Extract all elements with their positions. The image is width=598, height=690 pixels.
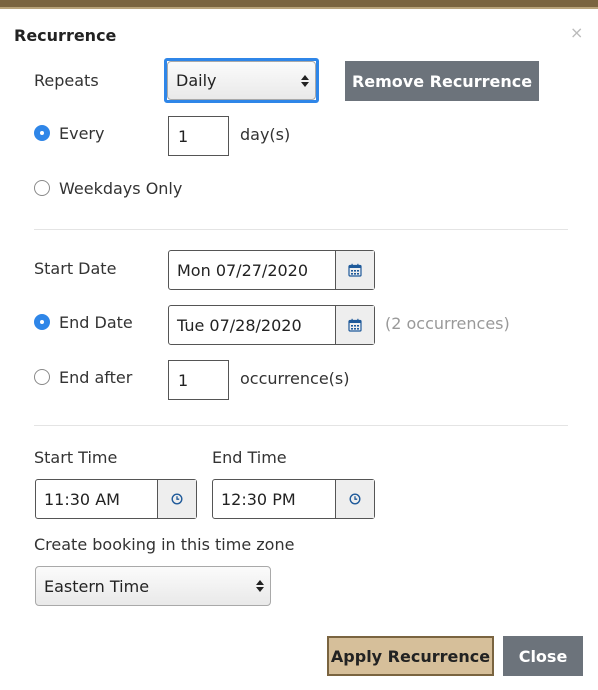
clock-icon[interactable]: [157, 480, 196, 518]
start-time-label: Start Time: [34, 448, 118, 467]
repeats-select-value: Daily: [176, 71, 217, 90]
start-time-input[interactable]: 11:30 AM: [36, 480, 157, 518]
calendar-icon[interactable]: [335, 306, 374, 344]
select-arrows-icon: [256, 580, 264, 592]
end-time-field[interactable]: 12:30 PM: [212, 479, 375, 519]
timezone-select[interactable]: Eastern Time: [35, 566, 271, 606]
timezone-select-value: Eastern Time: [44, 576, 150, 596]
start-time-field[interactable]: 11:30 AM: [35, 479, 197, 519]
end-date-radio[interactable]: [34, 314, 50, 330]
select-arrows-icon: [301, 74, 309, 87]
end-date-field[interactable]: Tue 07/28/2020: [168, 305, 375, 345]
repeats-select[interactable]: Daily: [167, 61, 316, 100]
occurrences-note: (2 occurrences): [385, 314, 510, 333]
clock-icon[interactable]: [335, 480, 374, 518]
remove-recurrence-button[interactable]: Remove Recurrence: [345, 61, 539, 101]
divider: [34, 425, 568, 426]
start-date-input[interactable]: Mon 07/27/2020: [169, 251, 335, 289]
every-unit-label: day(s): [240, 125, 291, 144]
every-radio[interactable]: [34, 125, 50, 141]
end-after-unit-label: occurrence(s): [240, 369, 350, 388]
apply-recurrence-button[interactable]: Apply Recurrence: [327, 636, 494, 676]
timezone-label: Create booking in this time zone: [34, 535, 295, 554]
end-date-label: End Date: [59, 313, 133, 332]
dialog-title: Recurrence: [14, 26, 117, 45]
end-after-radio[interactable]: [34, 369, 50, 385]
end-time-input[interactable]: 12:30 PM: [213, 480, 335, 518]
calendar-icon[interactable]: [335, 251, 374, 289]
end-date-input[interactable]: Tue 07/28/2020: [169, 306, 335, 344]
repeats-label: Repeats: [34, 71, 99, 90]
start-date-label: Start Date: [34, 259, 117, 278]
weekdays-label: Weekdays Only: [59, 179, 183, 198]
divider: [34, 229, 568, 230]
end-after-count-input[interactable]: 1: [168, 360, 229, 400]
end-time-label: End Time: [212, 448, 287, 467]
weekdays-radio[interactable]: [34, 180, 50, 196]
every-label: Every: [59, 124, 105, 143]
top-border-accent: [0, 7, 598, 9]
every-interval-input[interactable]: 1: [168, 116, 229, 156]
close-button[interactable]: Close: [503, 636, 583, 676]
close-icon[interactable]: ×: [570, 23, 583, 42]
start-date-field[interactable]: Mon 07/27/2020: [168, 250, 375, 290]
end-after-label: End after: [59, 368, 133, 387]
